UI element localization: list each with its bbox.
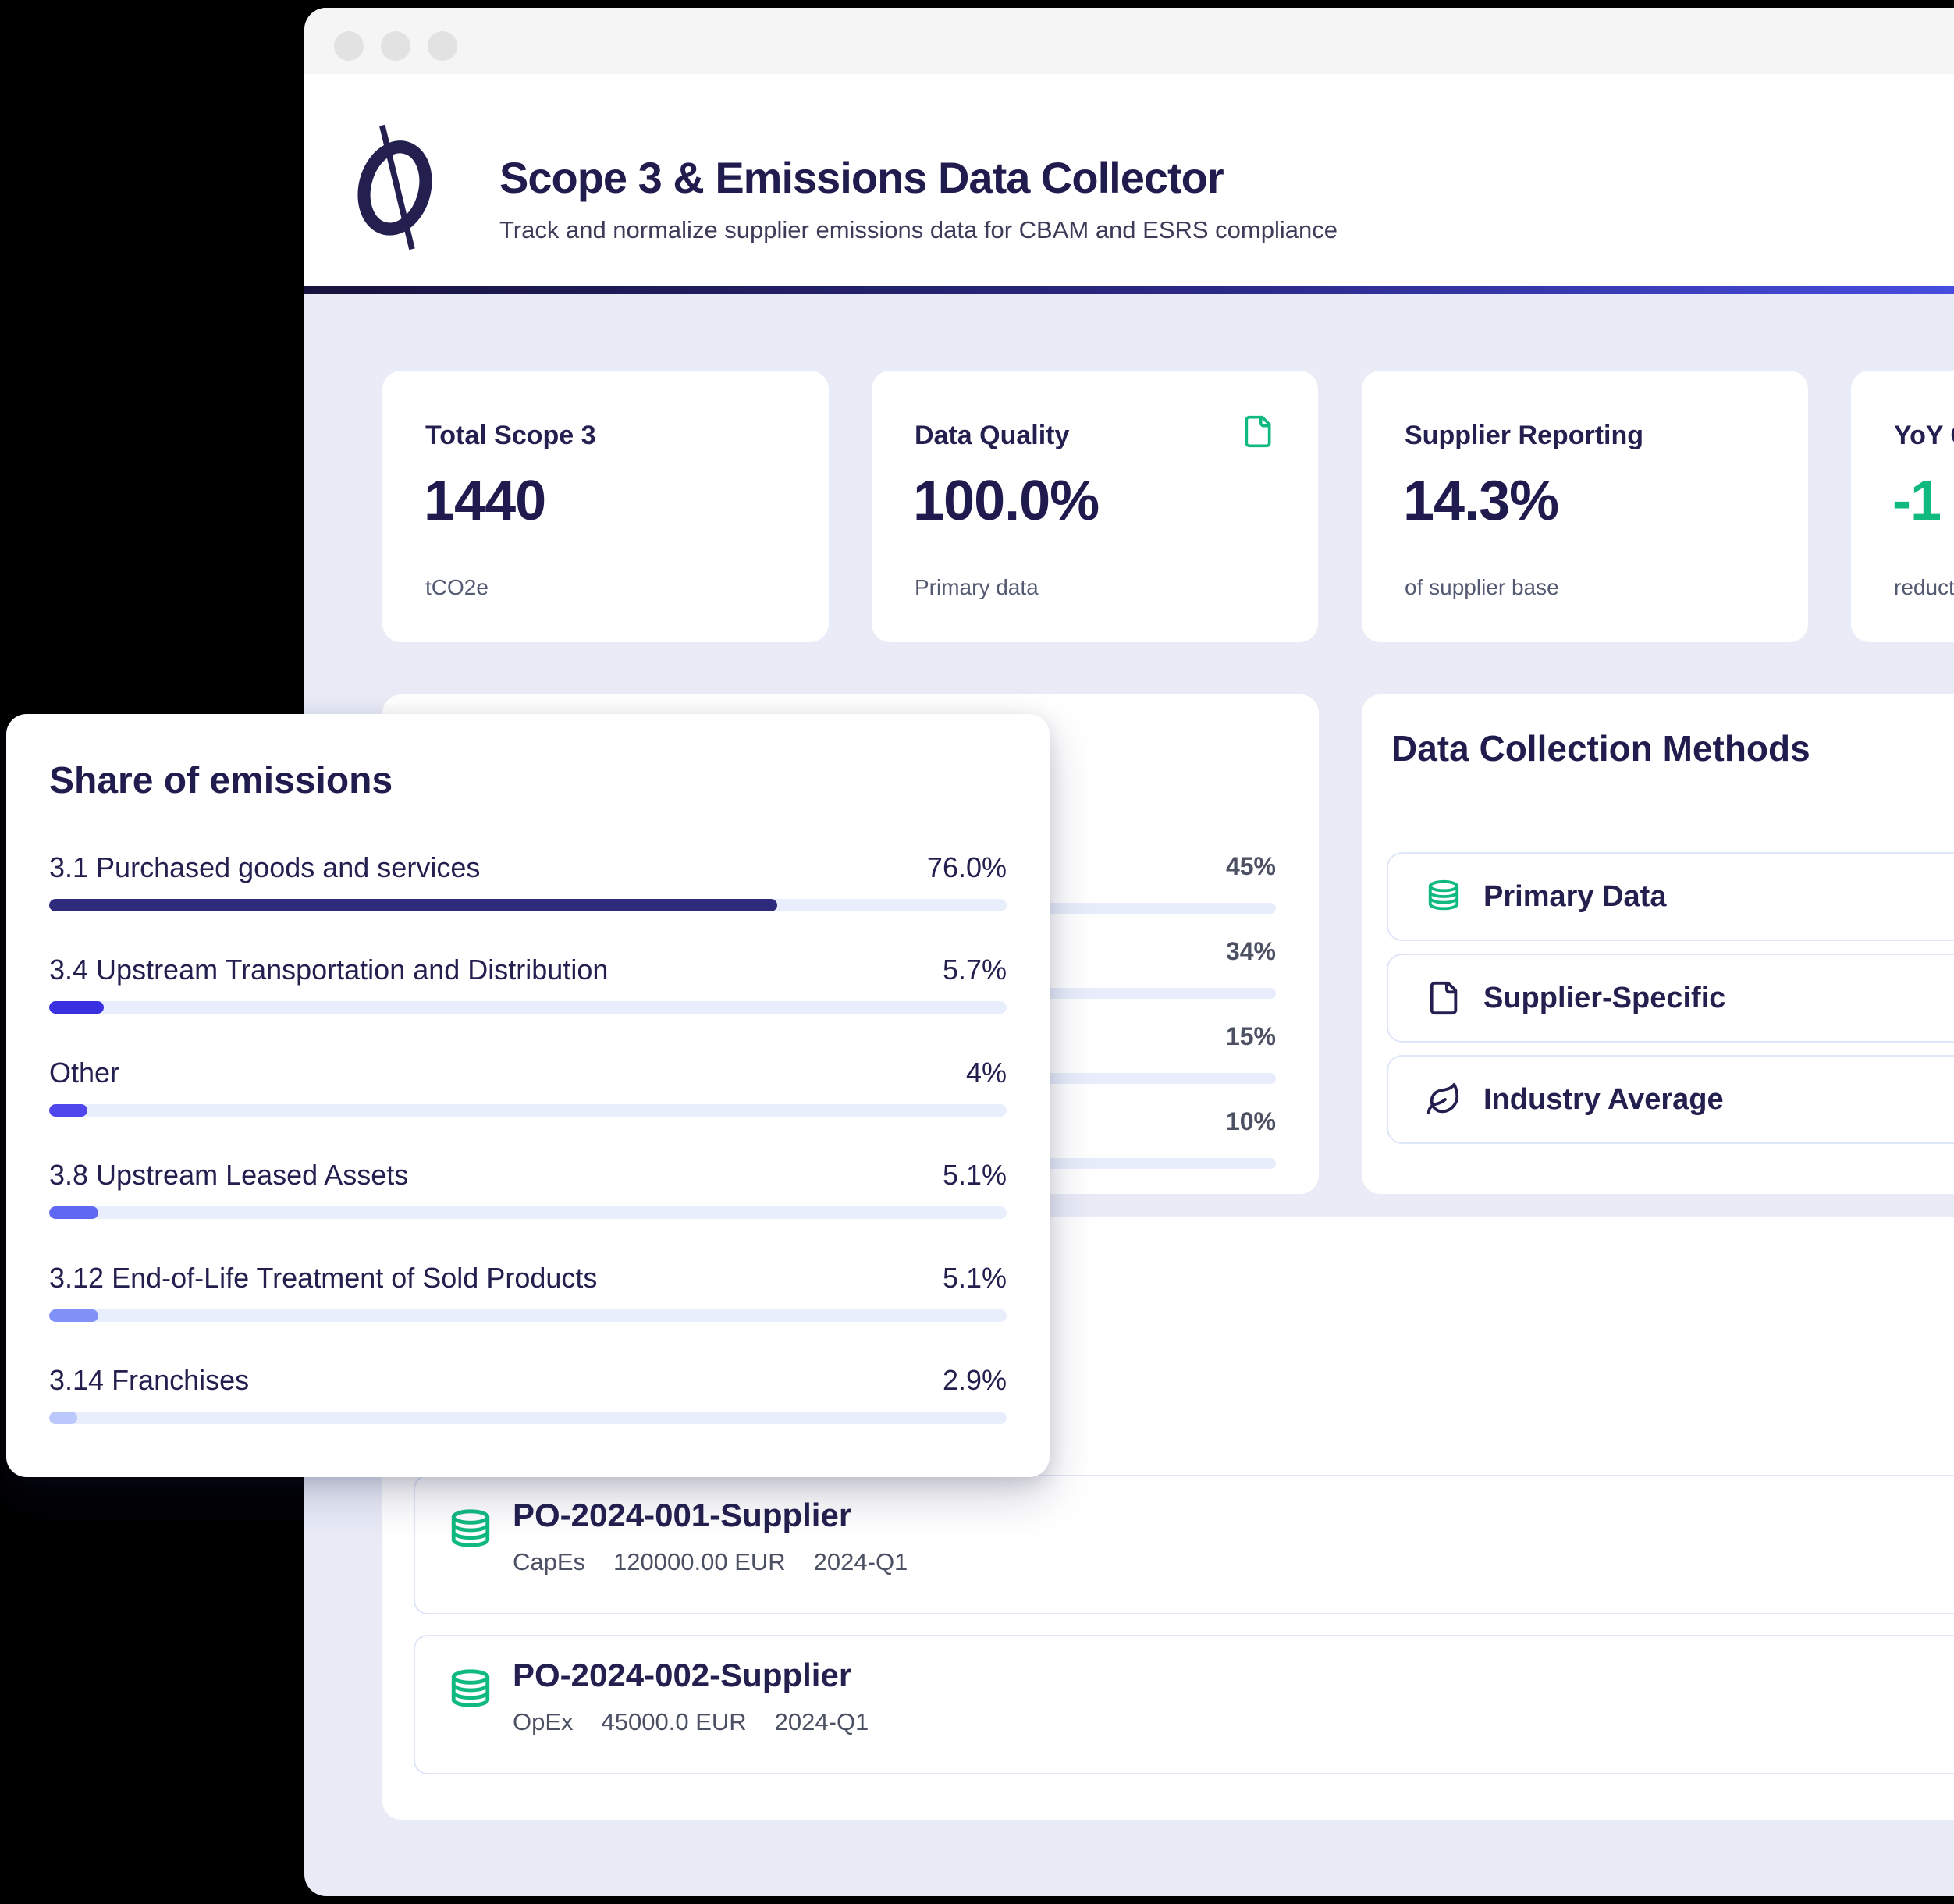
emission-bar-fill — [49, 1412, 77, 1424]
emission-category-label: 3.8 Upstream Leased Assets — [49, 1158, 408, 1192]
kpi-card-total-scope3: Total Scope 3 1440 tCO2e — [382, 371, 829, 642]
file-icon — [1426, 980, 1462, 1016]
kpi-value: 100.0% — [913, 469, 1099, 533]
emission-row: 3.14 Franchises 2.9% — [49, 1363, 1007, 1457]
chart-percent-label: 15% — [1226, 1021, 1276, 1052]
share-of-emissions-panel: Share of emissions 3.1 Purchased goods a… — [6, 714, 1050, 1477]
app-header: Scope 3 & Emissions Data Collector Track… — [304, 74, 1954, 286]
emission-percent-label: 5.1% — [943, 1158, 1007, 1192]
emission-percent-label: 5.7% — [943, 953, 1007, 987]
header-accent-divider — [304, 286, 1954, 294]
data-collection-methods-card: Data Collection Methods Primary Data Sup… — [1362, 694, 1954, 1194]
database-icon — [448, 1668, 493, 1713]
chart-percent-label: 34% — [1226, 936, 1276, 967]
emission-percent-label: 5.1% — [943, 1261, 1007, 1295]
emission-bar-fill — [49, 1309, 98, 1322]
kpi-sublabel: Primary data — [915, 575, 1039, 600]
emission-row: 3.8 Upstream Leased Assets 5.1% — [49, 1158, 1007, 1252]
po-meta-category: CapEs — [513, 1548, 585, 1576]
po-title: PO-2024-002-Supplier — [513, 1657, 851, 1694]
file-icon — [1241, 414, 1275, 449]
emission-category-label: 3.14 Franchises — [49, 1363, 249, 1398]
emission-bar-fill — [49, 899, 777, 911]
chart-percent-label: 10% — [1226, 1106, 1276, 1137]
emission-bar-track — [49, 1412, 1007, 1424]
chart-percent-label: 45% — [1226, 851, 1276, 882]
emission-bar-track — [49, 1104, 1007, 1117]
po-meta-category: OpEx — [513, 1708, 574, 1736]
emission-bar-fill — [49, 1206, 98, 1219]
emission-row: 3.1 Purchased goods and services 76.0% — [49, 851, 1007, 944]
po-meta: CapEs 120000.00 EUR 2024-Q1 — [513, 1548, 908, 1576]
kpi-sublabel: reduct — [1894, 575, 1954, 600]
emission-category-label: 3.1 Purchased goods and services — [49, 851, 480, 885]
window-control-dot[interactable] — [381, 31, 410, 61]
window-control-dot[interactable] — [334, 31, 364, 61]
app-logo-icon — [353, 119, 437, 254]
emission-bar-fill — [49, 1104, 87, 1117]
emission-row: Other 4% — [49, 1056, 1007, 1149]
method-label: Industry Average — [1483, 1083, 1724, 1117]
kpi-label: YoY C — [1894, 421, 1954, 451]
method-label: Primary Data — [1483, 880, 1666, 914]
panel-title: Share of emissions — [49, 759, 393, 802]
emission-bar-track — [49, 1309, 1007, 1322]
kpi-label: Data Quality — [915, 421, 1069, 451]
po-list-item[interactable]: PO-2024-002-Supplier OpEx 45000.0 EUR 20… — [414, 1635, 1954, 1774]
emission-bar-track — [49, 1206, 1007, 1219]
emission-category-label: 3.12 End-of-Life Treatment of Sold Produ… — [49, 1261, 597, 1295]
kpi-sublabel: of supplier base — [1405, 575, 1559, 600]
emission-percent-label: 76.0% — [927, 851, 1007, 885]
emission-percent-label: 4% — [966, 1056, 1007, 1090]
emission-bar-track — [49, 1001, 1007, 1014]
emission-bar-fill — [49, 1001, 104, 1014]
kpi-value: 1440 — [424, 469, 545, 533]
po-list-item[interactable]: PO-2024-001-Supplier CapEs 120000.00 EUR… — [414, 1475, 1954, 1614]
kpi-card-yoy-change: YoY C -1 reduct — [1851, 371, 1954, 642]
kpi-card-supplier-reporting: Supplier Reporting 14.3% of supplier bas… — [1362, 371, 1808, 642]
po-meta-period: 2024-Q1 — [814, 1548, 908, 1576]
page-title: Scope 3 & Emissions Data Collector — [499, 152, 1224, 203]
po-meta: OpEx 45000.0 EUR 2024-Q1 — [513, 1708, 869, 1736]
database-icon — [448, 1508, 493, 1553]
po-title: PO-2024-001-Supplier — [513, 1497, 851, 1534]
kpi-label: Supplier Reporting — [1405, 421, 1643, 451]
emission-bar-track — [49, 899, 1007, 911]
emission-category-label: Other — [49, 1056, 119, 1090]
window-titlebar — [304, 8, 1954, 74]
method-item-supplier-specific[interactable]: Supplier-Specific — [1387, 954, 1954, 1043]
window-control-dot[interactable] — [428, 31, 457, 61]
database-icon — [1426, 879, 1462, 915]
kpi-sublabel: tCO2e — [425, 575, 488, 600]
page-subtitle: Track and normalize supplier emissions d… — [499, 216, 1338, 244]
emission-category-label: 3.4 Upstream Transportation and Distribu… — [49, 953, 608, 987]
emission-percent-label: 2.9% — [943, 1363, 1007, 1398]
method-item-primary-data[interactable]: Primary Data — [1387, 852, 1954, 941]
po-meta-amount: 120000.00 EUR — [613, 1548, 786, 1576]
emission-row: 3.4 Upstream Transportation and Distribu… — [49, 953, 1007, 1046]
method-item-industry-average[interactable]: Industry Average — [1387, 1055, 1954, 1144]
emission-row: 3.12 End-of-Life Treatment of Sold Produ… — [49, 1261, 1007, 1355]
kpi-value: 14.3% — [1403, 469, 1558, 533]
kpi-card-data-quality: Data Quality 100.0% Primary data — [872, 371, 1318, 642]
method-label: Supplier-Specific — [1483, 982, 1725, 1015]
po-meta-amount: 45000.0 EUR — [602, 1708, 747, 1736]
section-title: Data Collection Methods — [1391, 727, 1810, 769]
kpi-value: -1 — [1892, 469, 1941, 533]
leaf-icon — [1426, 1082, 1462, 1117]
po-meta-period: 2024-Q1 — [775, 1708, 869, 1736]
kpi-label: Total Scope 3 — [425, 421, 596, 451]
